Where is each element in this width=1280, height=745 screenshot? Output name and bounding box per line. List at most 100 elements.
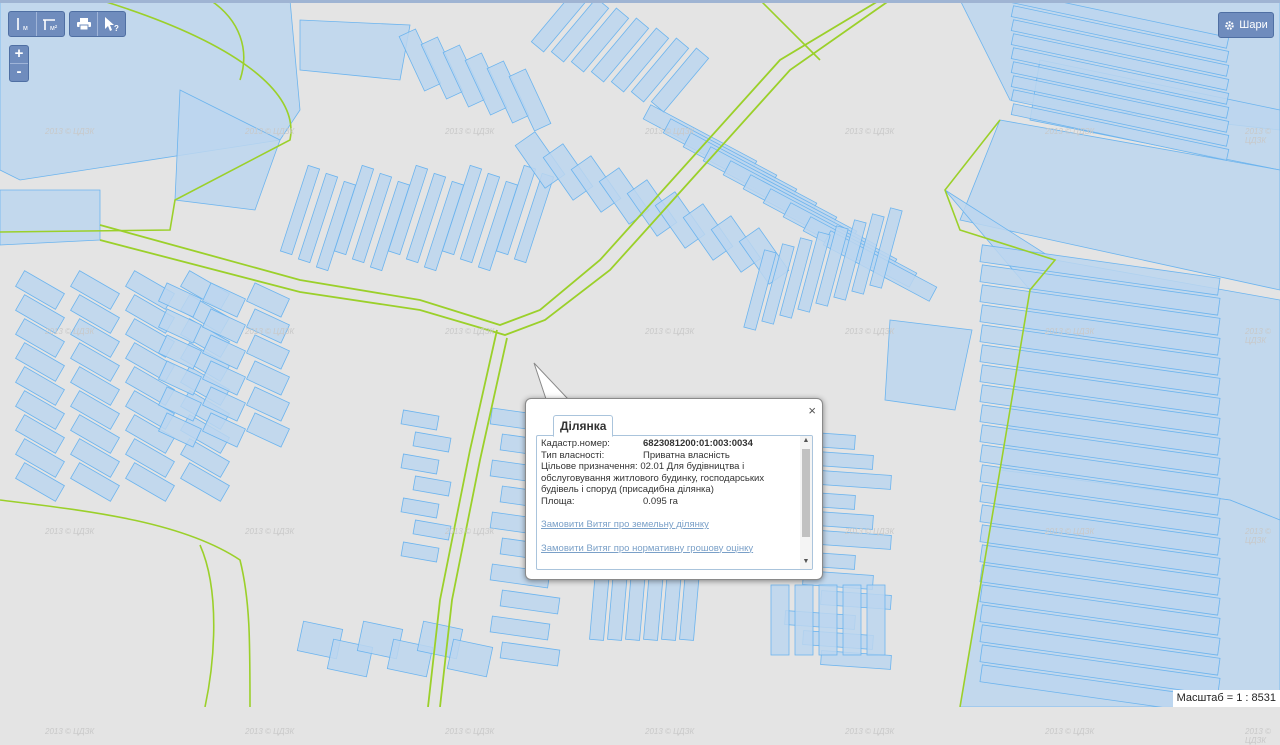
watermark-text: 2013 © ЦДЗК	[45, 527, 95, 536]
parcel	[246, 412, 290, 448]
zoom-in-button[interactable]: +	[10, 46, 28, 63]
ruler-area-icon: м²	[42, 19, 58, 32]
parcel	[246, 308, 290, 344]
measure-tools: м м²	[8, 11, 65, 37]
parcel	[400, 409, 440, 431]
parcels-layer	[0, 0, 1280, 707]
watermark-text: 2013 © ЦДЗК	[445, 327, 495, 336]
watermark-text: 2013 © ЦДЗК	[45, 127, 95, 136]
watermark-text: 2013 © ЦДЗК	[45, 727, 95, 736]
watermark-text: 2013 © ЦДЗК	[445, 527, 495, 536]
watermark-text: 2013 © ЦДЗК	[1045, 527, 1095, 536]
watermark-text: 2013 © ЦДЗК	[645, 727, 695, 736]
area-unit-label: м²	[50, 25, 58, 32]
map-canvas[interactable]	[0, 0, 1280, 707]
utility-tools: ?	[69, 11, 126, 37]
measure-area-button[interactable]: м²	[37, 12, 64, 36]
parcel	[866, 584, 886, 656]
print-button[interactable]	[70, 12, 98, 36]
watermark-text: 2013 © ЦДЗК	[45, 327, 95, 336]
gear-icon	[1225, 20, 1235, 30]
cadastral-map[interactable]	[0, 0, 1280, 707]
printer-icon	[76, 18, 91, 30]
svg-text:?: ?	[114, 24, 119, 32]
watermark-text: 2013 © ЦДЗК	[1045, 327, 1095, 336]
map-toolbar: м м² ?	[8, 11, 126, 37]
watermark-text: 2013 © ЦДЗК	[845, 327, 895, 336]
parcel	[884, 319, 973, 411]
parcel	[499, 589, 561, 615]
purpose-row: Цільове призначення: 02.01 Для будівницт…	[541, 461, 792, 496]
watermark-text: 2013 © ЦДЗК	[645, 327, 695, 336]
top-border	[0, 0, 1280, 3]
boundary-line	[759, 0, 821, 61]
purpose-label: Цільове призначення:	[541, 461, 638, 472]
layers-button[interactable]: Шари	[1218, 12, 1274, 38]
popup-scrollbar[interactable]: ▲ ▼	[800, 436, 812, 569]
tab-parcel[interactable]: Ділянка	[553, 415, 614, 437]
watermark-text: 2013 © ЦДЗК	[1245, 327, 1271, 345]
ownership-row: Тип власності: Приватна власність	[541, 450, 792, 462]
popup-close-button[interactable]: ×	[808, 403, 816, 418]
scale-indicator: Масштаб = 1 : 8531	[1172, 690, 1280, 707]
parcel	[489, 615, 551, 641]
ownership-value: Приватна власність	[643, 449, 730, 461]
parcel	[842, 584, 862, 656]
distance-unit-label: м	[23, 25, 28, 32]
area-value: 0.095 га	[643, 495, 678, 507]
cadastral-row: Кадастр.номер: 6823081200:01:003:0034	[541, 438, 792, 450]
watermark-text: 2013 © ЦДЗК	[1045, 727, 1095, 736]
cadastral-number: 6823081200:01:003:0034	[643, 438, 753, 449]
parcel	[818, 584, 838, 656]
parcel	[400, 541, 440, 563]
parcel	[246, 334, 290, 370]
ruler-distance-icon: м	[16, 18, 28, 32]
parcel	[794, 584, 814, 656]
popup-pointer	[533, 362, 570, 400]
parcel	[0, 189, 101, 246]
parcel	[246, 360, 290, 396]
watermark-text: 2013 © ЦДЗК	[845, 527, 895, 536]
watermark-text: 2013 © ЦДЗК	[245, 727, 295, 736]
cadastral-label: Кадастр.номер:	[541, 438, 610, 449]
watermark-text: 2013 © ЦДЗК	[1045, 127, 1095, 136]
parcel	[412, 431, 452, 453]
parcel-details: Кадастр.номер: 6823081200:01:003:0034 Ти…	[537, 436, 812, 554]
identify-button[interactable]: ?	[98, 12, 125, 36]
watermark-text: 2013 © ЦДЗК	[245, 527, 295, 536]
watermark-text: 2013 © ЦДЗК	[245, 327, 295, 336]
watermark-text: 2013 © ЦДЗК	[445, 127, 495, 136]
watermark-text: 2013 © ЦДЗК	[845, 127, 895, 136]
parcel	[770, 584, 790, 656]
zoom-out-button[interactable]: -	[10, 63, 28, 81]
boundary-line	[199, 544, 215, 707]
popup-content: Кадастр.номер: 6823081200:01:003:0034 Ти…	[536, 435, 813, 570]
parcel	[246, 386, 290, 422]
watermark-text: 2013 © ЦДЗК	[245, 127, 295, 136]
scroll-down-icon[interactable]: ▼	[800, 558, 812, 568]
order-valuation-extract-link[interactable]: Замовити Витяг про нормативну грошову оц…	[541, 543, 792, 555]
parcel	[299, 19, 411, 81]
watermark-text: 2013 © ЦДЗК	[645, 127, 695, 136]
parcel	[400, 497, 440, 519]
order-land-extract-link[interactable]: Замовити Витяг про земельну ділянку	[541, 519, 792, 531]
scroll-up-icon[interactable]: ▲	[800, 437, 812, 447]
parcel	[499, 641, 561, 667]
parcel	[446, 638, 494, 678]
pointer-question-icon: ?	[104, 17, 119, 32]
measure-distance-button[interactable]: м	[9, 12, 37, 36]
watermark-text: 2013 © ЦДЗК	[1245, 727, 1271, 745]
watermark-text: 2013 © ЦДЗК	[845, 727, 895, 736]
parcel	[412, 475, 452, 497]
watermark-text: 2013 © ЦДЗК	[445, 727, 495, 736]
parcel-info-popup: × Ділянка Кадастр.номер: 6823081200:01:0…	[525, 398, 823, 580]
area-row: Площа: 0.095 га	[541, 496, 792, 508]
parcel	[400, 453, 440, 475]
zoom-control: + -	[9, 45, 29, 82]
watermark-text: 2013 © ЦДЗК	[1245, 127, 1271, 145]
scroll-thumb[interactable]	[802, 449, 810, 537]
area-label: Площа:	[541, 495, 575, 507]
layers-label: Шари	[1239, 19, 1268, 31]
ownership-label: Тип власності:	[541, 449, 605, 461]
parcel	[820, 470, 892, 490]
